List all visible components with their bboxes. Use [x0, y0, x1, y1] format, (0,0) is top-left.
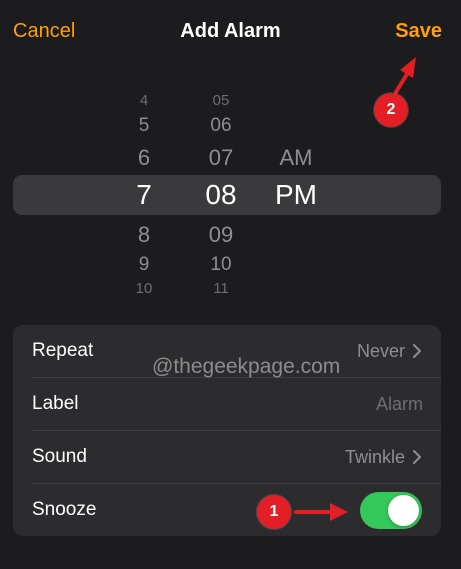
save-button[interactable]: Save	[395, 20, 442, 43]
ampm-option-selected[interactable]: PM	[266, 179, 326, 211]
chevron-right-icon	[413, 344, 421, 358]
label-row[interactable]: Label Alarm	[13, 378, 441, 430]
label-field-placeholder[interactable]: Alarm	[376, 394, 423, 415]
repeat-value: Never	[356, 341, 405, 361]
hour-option[interactable]: 5	[114, 115, 174, 137]
navigation-bar: Cancel Add Alarm Save	[0, 0, 461, 66]
hour-option[interactable]: 8	[114, 222, 174, 248]
sound-row[interactable]: Sound Twinkle	[13, 431, 441, 483]
hour-option-selected[interactable]: 7	[114, 179, 174, 211]
minute-option[interactable]: 05	[191, 92, 251, 109]
hour-wheel[interactable]: 4 5 6 7 8 9 10	[114, 82, 174, 302]
sound-value: Twinkle	[344, 447, 405, 467]
snooze-label: Snooze	[32, 499, 97, 520]
annotation-badge-1: 1	[257, 495, 291, 529]
watermark: @thegeekpage.com	[152, 355, 341, 378]
annotation-badge-2: 2	[374, 93, 408, 127]
snooze-row: Snooze	[13, 484, 441, 536]
chevron-right-icon	[413, 450, 421, 464]
hour-option[interactable]: 4	[114, 92, 174, 109]
ampm-option[interactable]: AM	[266, 145, 326, 171]
label-label: Label	[32, 393, 79, 414]
repeat-label: Repeat	[32, 340, 94, 361]
minute-option[interactable]: 06	[191, 115, 251, 137]
minute-option[interactable]: 07	[191, 145, 251, 171]
hour-option[interactable]: 10	[114, 280, 174, 297]
minute-option-selected[interactable]: 08	[191, 179, 251, 211]
toggle-knob	[388, 495, 419, 526]
minute-option[interactable]: 10	[191, 254, 251, 276]
hour-option[interactable]: 9	[114, 254, 174, 276]
page-title: Add Alarm	[180, 20, 281, 42]
minute-option[interactable]: 11	[191, 280, 251, 297]
minute-wheel[interactable]: 05 06 07 08 09 10 11	[191, 82, 251, 302]
hour-option[interactable]: 6	[114, 145, 174, 171]
sound-label: Sound	[32, 446, 87, 467]
ampm-wheel[interactable]: AM PM	[266, 82, 326, 302]
snooze-toggle[interactable]	[360, 492, 422, 529]
minute-option[interactable]: 09	[191, 222, 251, 248]
